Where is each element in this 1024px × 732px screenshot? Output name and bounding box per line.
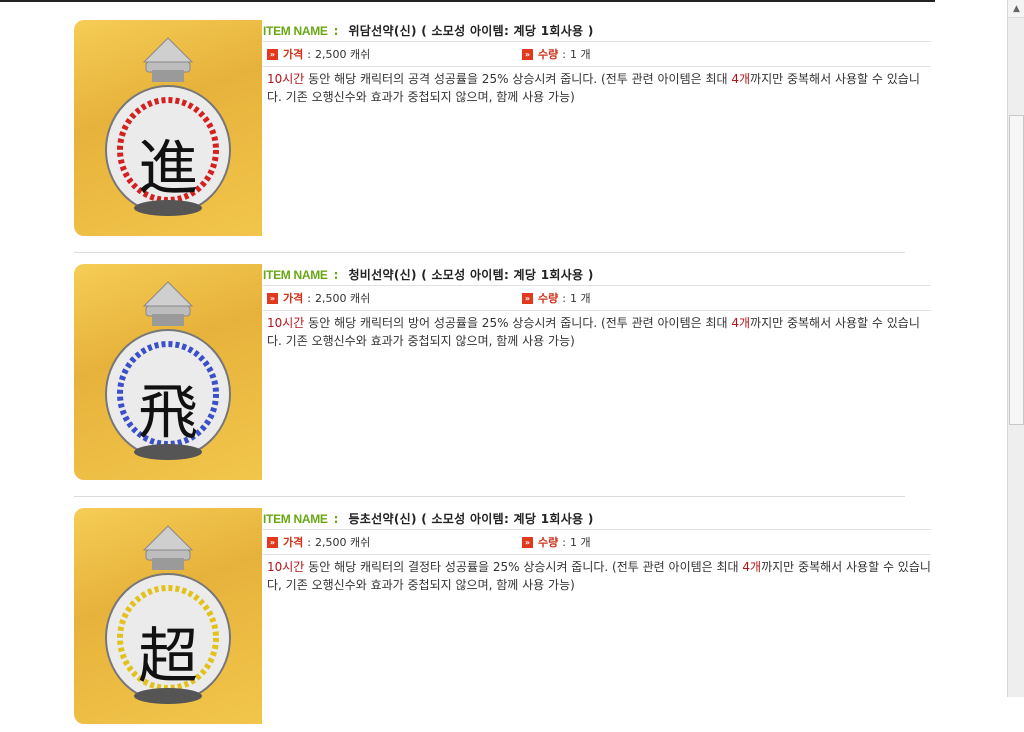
- item-name-row: ITEM NAME : 위담선약(신) ( 소모성 아이템: 계당 1회사용 ): [263, 20, 931, 42]
- item-description: 10시간 동안 해당 캐릭터의 결정타 성공률을 25% 상승시켜 줍니다. (…: [267, 560, 931, 592]
- double-arrow-icon: »: [267, 48, 278, 60]
- item-name-row: ITEM NAME : 청비선약(신) ( 소모성 아이템: 계당 1회사용 ): [263, 264, 931, 286]
- item-title: 청비선약(신) ( 소모성 아이템: 계당 1회사용 ): [348, 268, 594, 282]
- item-image[interactable]: 進: [74, 20, 262, 236]
- jar-character: 超: [138, 622, 198, 692]
- quantity-cell: » 수량 : 1 개: [522, 42, 591, 66]
- item-name-colon: :: [333, 511, 339, 526]
- price-cell: » 가격 : 2,500 캐쉬: [267, 530, 370, 554]
- price-value: 2,500 캐쉬: [314, 292, 371, 305]
- quantity-label: 수량: [538, 536, 559, 549]
- duration-highlight: 10시간: [267, 560, 305, 574]
- jar-character: 飛: [138, 378, 198, 448]
- quantity-value: 1 개: [569, 48, 591, 61]
- double-arrow-icon: »: [522, 292, 533, 304]
- max-count-highlight: 4개: [742, 560, 762, 574]
- item-name-colon: :: [333, 267, 339, 282]
- price-value: 2,500 캐쉬: [314, 536, 371, 549]
- item-description: 10시간 동안 해당 캐릭터의 공격 성공률을 25% 상승시켜 줍니다. (전…: [267, 72, 920, 104]
- quantity-value: 1 개: [569, 292, 591, 305]
- item-info-row: » 가격 : 2,500 캐쉬 » 수량 : 1 개: [263, 42, 931, 67]
- price-label: 가격: [283, 536, 304, 549]
- scroll-thumb[interactable]: [1009, 115, 1024, 425]
- price-cell: » 가격 : 2,500 캐쉬: [267, 42, 370, 66]
- item-info-row: » 가격 : 2,500 캐쉬 » 수량 : 1 개: [263, 286, 931, 311]
- quantity-value: 1 개: [569, 536, 591, 549]
- max-count-highlight: 4개: [731, 72, 751, 86]
- item-card: 飛 ITEM NAME : 청비선약(신) ( 소모성 아이템: 계당 1회사용…: [74, 244, 934, 488]
- quantity-label: 수량: [538, 48, 559, 61]
- price-value: 2,500 캐쉬: [314, 48, 371, 61]
- max-count-highlight: 4개: [731, 316, 751, 330]
- quantity-cell: » 수량 : 1 개: [522, 530, 591, 554]
- price-label: 가격: [283, 48, 304, 61]
- quantity-label: 수량: [538, 292, 559, 305]
- duration-highlight: 10시간: [267, 72, 305, 86]
- double-arrow-icon: »: [522, 48, 533, 60]
- item-description: 10시간 동안 해당 캐릭터의 방어 성공률을 25% 상승시켜 줍니다. (전…: [267, 316, 920, 348]
- item-title: 등초선약(신) ( 소모성 아이템: 계당 1회사용 ): [348, 512, 594, 526]
- item-card: 超 ITEM NAME : 등초선약(신) ( 소모성 아이템: 계당 1회사용…: [74, 488, 934, 732]
- item-name-label: ITEM NAME: [263, 511, 328, 526]
- item-info-row: » 가격 : 2,500 캐쉬 » 수량 : 1 개: [263, 530, 931, 555]
- item-name-label: ITEM NAME: [263, 23, 328, 38]
- item-image[interactable]: 超: [74, 508, 262, 724]
- item-title: 위담선약(신) ( 소모성 아이템: 계당 1회사용 ): [348, 24, 594, 38]
- item-image[interactable]: 飛: [74, 264, 262, 480]
- double-arrow-icon: »: [522, 536, 533, 548]
- jar-character: 進: [138, 134, 198, 204]
- price-cell: » 가격 : 2,500 캐쉬: [267, 286, 370, 310]
- quantity-cell: » 수량 : 1 개: [522, 286, 591, 310]
- price-label: 가격: [283, 292, 304, 305]
- scroll-up-icon[interactable]: ▲: [1008, 0, 1024, 18]
- item-name-row: ITEM NAME : 등초선약(신) ( 소모성 아이템: 계당 1회사용 ): [263, 508, 931, 530]
- duration-highlight: 10시간: [267, 316, 305, 330]
- item-name-colon: :: [333, 23, 339, 38]
- vertical-scrollbar[interactable]: ▲: [1007, 0, 1024, 697]
- item-name-label: ITEM NAME: [263, 267, 328, 282]
- double-arrow-icon: »: [267, 536, 278, 548]
- double-arrow-icon: »: [267, 292, 278, 304]
- item-card: 進 ITEM NAME : 위담선약(신) ( 소모성 아이템: 계당 1회사용…: [74, 0, 934, 244]
